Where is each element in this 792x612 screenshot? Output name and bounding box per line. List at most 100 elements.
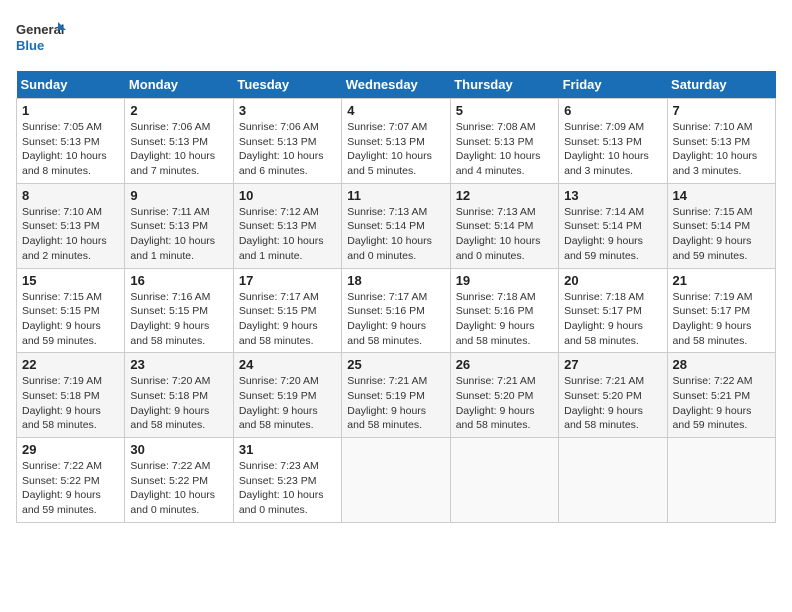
calendar-cell	[342, 438, 450, 523]
day-info: Sunrise: 7:12 AMSunset: 5:13 PMDaylight:…	[239, 205, 336, 264]
day-number: 26	[456, 357, 553, 372]
calendar-cell: 18Sunrise: 7:17 AMSunset: 5:16 PMDayligh…	[342, 268, 450, 353]
day-info: Sunrise: 7:19 AMSunset: 5:17 PMDaylight:…	[673, 290, 770, 349]
day-number: 19	[456, 273, 553, 288]
day-number: 11	[347, 188, 444, 203]
calendar-cell: 21 Sunrise: 7:19 AMSunset: 5:17 PMDayligh…	[667, 268, 775, 353]
calendar-cell: 2 Sunrise: 7:06 AMSunset: 5:13 PMDaylight…	[125, 99, 233, 184]
day-info: Sunrise: 7:22 AMSunset: 5:22 PMDaylight:…	[22, 459, 119, 518]
calendar-cell: 28 Sunrise: 7:22 AMSunset: 5:21 PMDayligh…	[667, 353, 775, 438]
svg-text:General: General	[16, 22, 64, 37]
col-header-tuesday: Tuesday	[233, 71, 341, 99]
day-number: 23	[130, 357, 227, 372]
calendar-cell: 9Sunrise: 7:11 AMSunset: 5:13 PMDaylight…	[125, 183, 233, 268]
day-number: 4	[347, 103, 444, 118]
day-info: Sunrise: 7:19 AMSunset: 5:18 PMDaylight:…	[22, 374, 119, 433]
day-info: Sunrise: 7:22 AMSunset: 5:22 PMDaylight:…	[130, 459, 227, 518]
calendar-table: SundayMondayTuesdayWednesdayThursdayFrid…	[16, 71, 776, 523]
calendar-cell: 14Sunrise: 7:15 AMSunset: 5:14 PMDayligh…	[667, 183, 775, 268]
day-number: 27	[564, 357, 661, 372]
calendar-cell: 23 Sunrise: 7:20 AMSunset: 5:18 PMDayligh…	[125, 353, 233, 438]
calendar-cell: 26 Sunrise: 7:21 AMSunset: 5:20 PMDayligh…	[450, 353, 558, 438]
day-number: 25	[347, 357, 444, 372]
day-number: 30	[130, 442, 227, 457]
day-info: Sunrise: 7:16 AMSunset: 5:15 PMDaylight:…	[130, 290, 227, 349]
day-info: Sunrise: 7:05 AMSunset: 5:13 PMDaylight:…	[22, 120, 119, 179]
day-info: Sunrise: 7:06 AMSunset: 5:13 PMDaylight:…	[130, 120, 227, 179]
day-info: Sunrise: 7:21 AMSunset: 5:19 PMDaylight:…	[347, 374, 444, 433]
day-info: Sunrise: 7:23 AMSunset: 5:23 PMDaylight:…	[239, 459, 336, 518]
calendar-cell: 30 Sunrise: 7:22 AMSunset: 5:22 PMDayligh…	[125, 438, 233, 523]
day-number: 24	[239, 357, 336, 372]
day-info: Sunrise: 7:10 AMSunset: 5:13 PMDaylight:…	[673, 120, 770, 179]
calendar-cell: 19 Sunrise: 7:18 AMSunset: 5:16 PMDayligh…	[450, 268, 558, 353]
day-number: 17	[239, 273, 336, 288]
day-number: 14	[673, 188, 770, 203]
day-info: Sunrise: 7:09 AMSunset: 5:13 PMDaylight:…	[564, 120, 661, 179]
calendar-cell	[450, 438, 558, 523]
day-number: 8	[22, 188, 119, 203]
day-info: Sunrise: 7:17 AMSunset: 5:16 PMDaylight:…	[347, 290, 444, 349]
day-number: 15	[22, 273, 119, 288]
col-header-saturday: Saturday	[667, 71, 775, 99]
col-header-sunday: Sunday	[17, 71, 125, 99]
day-info: Sunrise: 7:18 AMSunset: 5:17 PMDaylight:…	[564, 290, 661, 349]
day-info: Sunrise: 7:13 AMSunset: 5:14 PMDaylight:…	[347, 205, 444, 264]
calendar-cell: 20Sunrise: 7:18 AMSunset: 5:17 PMDayligh…	[559, 268, 667, 353]
page-header: General Blue	[16, 16, 776, 61]
day-info: Sunrise: 7:10 AMSunset: 5:13 PMDaylight:…	[22, 205, 119, 264]
day-info: Sunrise: 7:21 AMSunset: 5:20 PMDaylight:…	[456, 374, 553, 433]
calendar-cell: 8 Sunrise: 7:10 AMSunset: 5:13 PMDaylight…	[17, 183, 125, 268]
col-header-monday: Monday	[125, 71, 233, 99]
day-number: 1	[22, 103, 119, 118]
day-number: 12	[456, 188, 553, 203]
calendar-cell: 1 Sunrise: 7:05 AMSunset: 5:13 PMDaylight…	[17, 99, 125, 184]
svg-text:Blue: Blue	[16, 38, 44, 53]
week-row-4: 22 Sunrise: 7:19 AMSunset: 5:18 PMDayligh…	[17, 353, 776, 438]
day-number: 9	[130, 188, 227, 203]
day-number: 16	[130, 273, 227, 288]
calendar-cell: 7 Sunrise: 7:10 AMSunset: 5:13 PMDaylight…	[667, 99, 775, 184]
week-row-1: 1 Sunrise: 7:05 AMSunset: 5:13 PMDaylight…	[17, 99, 776, 184]
day-info: Sunrise: 7:17 AMSunset: 5:15 PMDaylight:…	[239, 290, 336, 349]
day-number: 6	[564, 103, 661, 118]
day-info: Sunrise: 7:14 AMSunset: 5:14 PMDaylight:…	[564, 205, 661, 264]
col-header-friday: Friday	[559, 71, 667, 99]
calendar-cell: 17 Sunrise: 7:17 AMSunset: 5:15 PMDayligh…	[233, 268, 341, 353]
day-info: Sunrise: 7:22 AMSunset: 5:21 PMDaylight:…	[673, 374, 770, 433]
day-info: Sunrise: 7:21 AMSunset: 5:20 PMDaylight:…	[564, 374, 661, 433]
day-info: Sunrise: 7:20 AMSunset: 5:18 PMDaylight:…	[130, 374, 227, 433]
day-info: Sunrise: 7:20 AMSunset: 5:19 PMDaylight:…	[239, 374, 336, 433]
calendar-cell: 5 Sunrise: 7:08 AMSunset: 5:13 PMDaylight…	[450, 99, 558, 184]
logo: General Blue	[16, 16, 66, 61]
day-number: 29	[22, 442, 119, 457]
calendar-cell: 24 Sunrise: 7:20 AMSunset: 5:19 PMDayligh…	[233, 353, 341, 438]
day-number: 21	[673, 273, 770, 288]
day-number: 5	[456, 103, 553, 118]
calendar-cell: 22 Sunrise: 7:19 AMSunset: 5:18 PMDayligh…	[17, 353, 125, 438]
day-info: Sunrise: 7:06 AMSunset: 5:13 PMDaylight:…	[239, 120, 336, 179]
calendar-cell: 27 Sunrise: 7:21 AMSunset: 5:20 PMDayligh…	[559, 353, 667, 438]
calendar-cell: 31Sunrise: 7:23 AMSunset: 5:23 PMDayligh…	[233, 438, 341, 523]
day-number: 28	[673, 357, 770, 372]
day-number: 2	[130, 103, 227, 118]
day-number: 13	[564, 188, 661, 203]
calendar-cell	[667, 438, 775, 523]
day-info: Sunrise: 7:15 AMSunset: 5:15 PMDaylight:…	[22, 290, 119, 349]
calendar-cell: 4 Sunrise: 7:07 AMSunset: 5:13 PMDaylight…	[342, 99, 450, 184]
calendar-cell: 25 Sunrise: 7:21 AMSunset: 5:19 PMDayligh…	[342, 353, 450, 438]
col-header-thursday: Thursday	[450, 71, 558, 99]
logo-svg: General Blue	[16, 16, 66, 61]
day-info: Sunrise: 7:18 AMSunset: 5:16 PMDaylight:…	[456, 290, 553, 349]
day-info: Sunrise: 7:08 AMSunset: 5:13 PMDaylight:…	[456, 120, 553, 179]
day-info: Sunrise: 7:07 AMSunset: 5:13 PMDaylight:…	[347, 120, 444, 179]
calendar-cell: 6 Sunrise: 7:09 AMSunset: 5:13 PMDaylight…	[559, 99, 667, 184]
calendar-cell: 15 Sunrise: 7:15 AMSunset: 5:15 PMDayligh…	[17, 268, 125, 353]
calendar-cell: 11 Sunrise: 7:13 AMSunset: 5:14 PMDayligh…	[342, 183, 450, 268]
week-row-3: 15 Sunrise: 7:15 AMSunset: 5:15 PMDayligh…	[17, 268, 776, 353]
day-number: 7	[673, 103, 770, 118]
day-number: 22	[22, 357, 119, 372]
day-number: 3	[239, 103, 336, 118]
calendar-cell: 12Sunrise: 7:13 AMSunset: 5:14 PMDayligh…	[450, 183, 558, 268]
week-row-2: 8 Sunrise: 7:10 AMSunset: 5:13 PMDaylight…	[17, 183, 776, 268]
